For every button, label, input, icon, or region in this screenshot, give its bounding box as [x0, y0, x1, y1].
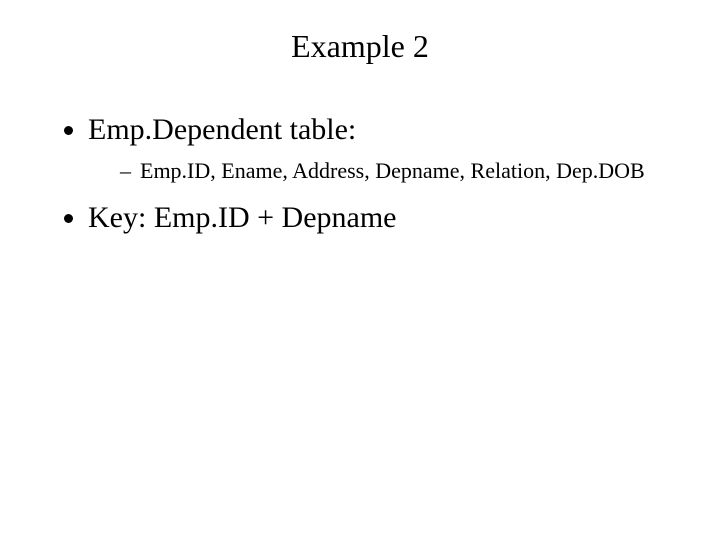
bullet-item-1-text: Emp.Dependent table: — [88, 113, 356, 146]
slide-title: Example 2 — [60, 28, 660, 65]
sub-bullet-list: Emp.ID, Ename, Address, Depname, Relatio… — [88, 157, 660, 185]
bullet-list: Emp.Dependent table: Emp.ID, Ename, Addr… — [60, 113, 660, 235]
bullet-item-1: Emp.Dependent table: Emp.ID, Ename, Addr… — [88, 113, 660, 185]
bullet-item-2-text: Key: Emp.ID + Depname — [88, 201, 397, 234]
slide: Example 2 Emp.Dependent table: Emp.ID, E… — [0, 0, 720, 540]
bullet-item-2: Key: Emp.ID + Depname — [88, 201, 660, 235]
sub-bullet-item-1-text: Emp.ID, Ename, Address, Depname, Relatio… — [140, 158, 645, 183]
sub-bullet-item-1: Emp.ID, Ename, Address, Depname, Relatio… — [124, 157, 660, 185]
